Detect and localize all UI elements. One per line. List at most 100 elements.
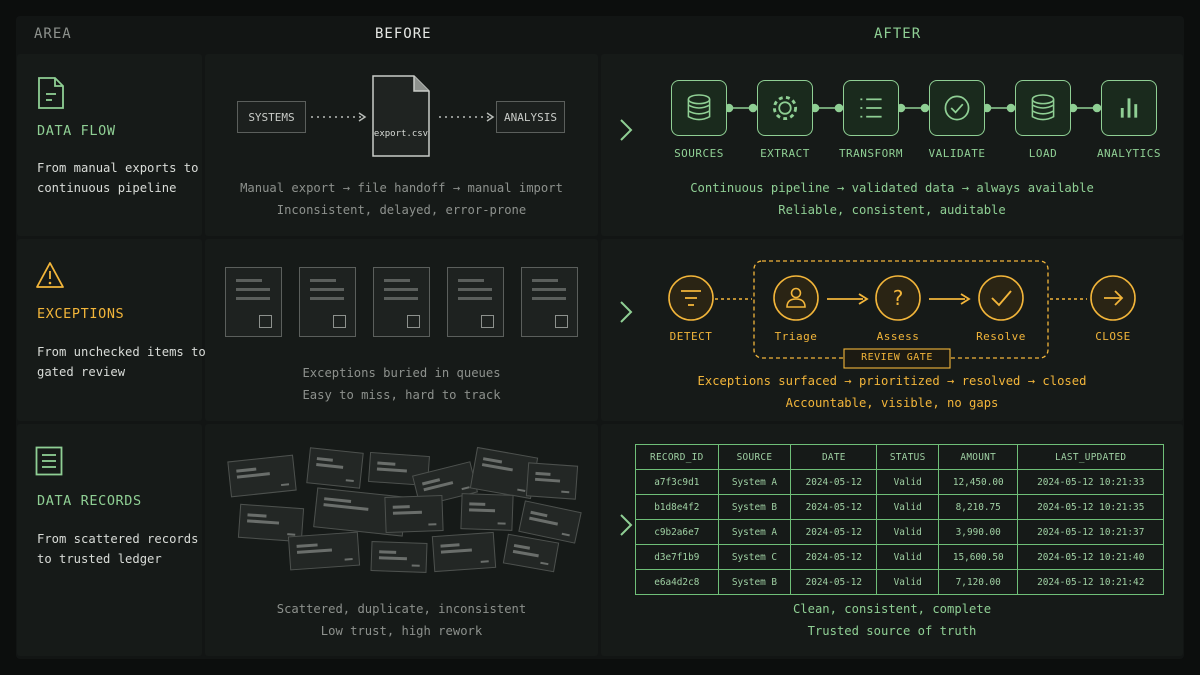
pipeline-step-sources	[671, 80, 727, 136]
list-document-icon	[35, 446, 63, 476]
dotted-arrow	[311, 112, 367, 122]
queue-card	[447, 267, 504, 337]
records-before-caption1: Scattered, duplicate, inconsistent	[276, 602, 527, 616]
ledger-column-header: LAST_UPDATED	[1017, 444, 1164, 470]
records-after-caption1: Clean, consistent, complete	[792, 602, 992, 616]
records-before-caption2: Low trust, high rework	[320, 624, 483, 638]
exceptions-before-caption2: Easy to miss, hard to track	[302, 388, 501, 402]
ledger-cell: 2024-05-12	[790, 569, 878, 595]
ledger-cell: System C	[717, 544, 792, 570]
bar-chart-icon	[1120, 98, 1138, 118]
ledger-cell: 12,450.00	[938, 469, 1019, 495]
ledger-column-header: RECORD_ID	[635, 444, 719, 470]
dataflow-after-caption2: Reliable, consistent, auditable	[778, 203, 1006, 217]
ledger-cell: c9b2a6e7	[635, 519, 719, 545]
exceptions-before-cell: Exceptions buried in queues Easy to miss…	[205, 239, 598, 421]
exceptions-desc: From unchecked items to gated review	[37, 345, 206, 379]
dotted-arrow	[439, 112, 495, 122]
ledger-cell: Valid	[876, 494, 940, 520]
ledger-cell: Valid	[876, 544, 940, 570]
exceptions-after-cell: ? DETECT Triage Assess Resolve CLOSE REV…	[601, 239, 1183, 421]
ledger-column-header: DATE	[790, 444, 878, 470]
warning-icon	[36, 262, 64, 288]
records-after-caption2: Trusted source of truth	[807, 624, 977, 638]
ledger-cell: 2024-05-12 10:21:40	[1017, 544, 1164, 570]
ledger-cell: System B	[717, 569, 792, 595]
review-gate-label: REVIEW GATE	[861, 352, 933, 363]
scattered-record-card	[370, 541, 428, 573]
pipeline-step-load	[1015, 80, 1071, 136]
exceptions-area-cell: EXCEPTIONS From unchecked items to gated…	[17, 239, 206, 421]
ledger-cell: Valid	[876, 569, 940, 595]
scattered-record-card	[306, 447, 364, 489]
records-title: DATA RECORDS	[37, 493, 142, 509]
gear-icon	[772, 95, 798, 121]
queue-card	[521, 267, 578, 337]
systems-box: SYSTEMS	[237, 101, 306, 133]
ledger-cell: System A	[717, 519, 792, 545]
exceptions-after-caption1: Exceptions surfaced → prioritized → reso…	[697, 374, 1087, 388]
ledger-cell: 2024-05-12	[790, 544, 878, 570]
ledger-cell: a7f3c9d1	[635, 469, 719, 495]
chevron-right-icon	[620, 119, 633, 141]
ledger-row: b1d8e4f2 System B 2024-05-12 Valid 8,210.75 2…	[635, 494, 1164, 520]
dataflow-after-caption1: Continuous pipeline → validated data → a…	[690, 181, 1094, 195]
ledger-cell: 2024-05-12 10:21:37	[1017, 519, 1164, 545]
ledger-cell: b1d8e4f2	[635, 494, 719, 520]
scattered-record-card	[384, 494, 444, 534]
records-area-cell: DATA RECORDS From scattered records to t…	[17, 424, 202, 656]
ledger-row: e6a4d2c8 System B 2024-05-12 Valid 7,120.00 2…	[635, 569, 1164, 595]
ledger-column-header: SOURCE	[717, 444, 792, 470]
records-after-cell: RECORD_ID SOURCE DATE STATUS AMOUNT LAST_UPDA…	[601, 424, 1183, 656]
dataflow-title: DATA FLOW	[37, 123, 116, 139]
ledger-cell: 2024-05-12 10:21:42	[1017, 569, 1164, 595]
exceptions-after-caption2: Accountable, visible, no gaps	[785, 396, 999, 410]
list-icon	[860, 98, 882, 118]
scattered-record-card	[227, 454, 297, 498]
ledger-cell: System B	[717, 494, 792, 520]
ledger-cell: 2024-05-12 10:21:35	[1017, 494, 1164, 520]
pipeline-step-analytics	[1101, 80, 1157, 136]
ledger-cell: 2024-05-12	[790, 519, 878, 545]
scattered-record-card	[525, 462, 579, 500]
check-circle-icon	[944, 95, 970, 121]
before-header: BEFORE	[375, 26, 432, 42]
records-before-cell: Scattered, duplicate, inconsistent Low t…	[205, 424, 598, 656]
queue-card	[373, 267, 430, 337]
queue-card	[225, 267, 282, 337]
question-icon: ?	[893, 286, 904, 310]
database-icon	[687, 94, 711, 121]
document-icon	[38, 77, 64, 109]
ledger-table: RECORD_ID SOURCE DATE STATUS AMOUNT LAST_UPDA…	[635, 444, 1164, 595]
dataflow-before-caption2: Inconsistent, delayed, error-prone	[276, 203, 527, 217]
dataflow-after-cell: SOURCES EXTRACT TRANSFORM VALIDATE LOAD ANALY…	[601, 54, 1183, 236]
scattered-record-card	[502, 533, 560, 573]
pipeline-step-validate	[929, 80, 985, 136]
pipeline-step-label: ANALYTICS	[1096, 147, 1162, 160]
pipeline-step-transform	[843, 80, 899, 136]
scattered-record-card	[431, 531, 497, 573]
assess-label: Assess	[876, 330, 920, 343]
pipeline-step-extract	[757, 80, 813, 136]
scattered-record-card	[460, 493, 514, 531]
dataflow-before-caption1: Manual export → file handoff → manual im…	[240, 181, 563, 195]
file-name: export.csv	[373, 129, 429, 139]
records-desc: From scattered records to trusted ledger	[37, 532, 199, 566]
area-header: AREA	[34, 26, 72, 42]
exceptions-before-caption1: Exceptions buried in queues	[302, 366, 501, 380]
pipeline-connectors	[724, 103, 1102, 113]
triage-label: Triage	[774, 330, 818, 343]
close-label: CLOSE	[1095, 330, 1131, 343]
dataflow-desc: From manual exports to continuous pipeli…	[37, 161, 199, 195]
export-file-icon: export.csv	[372, 75, 430, 157]
ledger-row: a7f3c9d1 System A 2024-05-12 Valid 12,450.00…	[635, 469, 1164, 495]
after-header: AFTER	[874, 26, 922, 42]
exceptions-title: EXCEPTIONS	[37, 306, 125, 322]
ledger-cell: 3,990.00	[938, 519, 1019, 545]
queue-card	[299, 267, 356, 337]
analysis-box: ANALYSIS	[496, 101, 565, 133]
database-icon	[1031, 94, 1055, 121]
ledger-cell: 8,210.75	[938, 494, 1019, 520]
ledger-cell: d3e7f1b9	[635, 544, 719, 570]
dataflow-area-cell: DATA FLOW From manual exports to continu…	[17, 54, 202, 236]
